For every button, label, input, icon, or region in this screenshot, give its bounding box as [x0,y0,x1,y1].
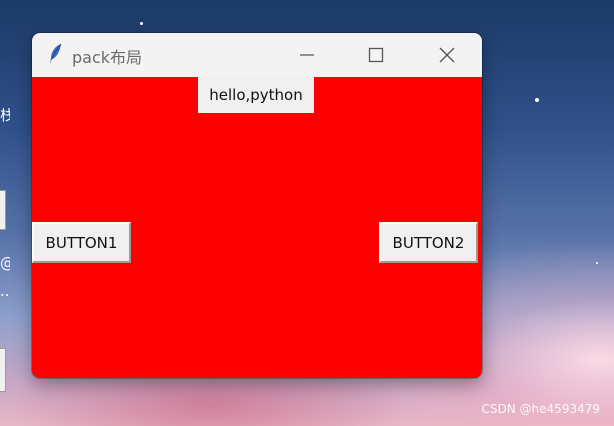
window-title: pack布局 [72,48,143,67]
desktop-icon-fragment[interactable] [0,348,6,392]
desktop-text-fragment: @ [0,256,10,271]
app-window: pack布局 hello,python BUTTON1 BUTTON2 [32,33,482,378]
close-icon [439,47,455,63]
button1[interactable]: BUTTON1 [32,222,131,263]
feather-icon [48,43,64,65]
window-content: hello,python BUTTON1 BUTTON2 [32,77,482,378]
desktop-text-fragment: ... [0,284,10,299]
button2[interactable]: BUTTON2 [379,222,478,263]
maximize-icon [368,47,384,63]
star [140,22,143,25]
minimize-button[interactable] [272,33,342,77]
star [596,262,598,264]
desktop-icon-fragment[interactable] [0,190,6,230]
watermark: CSDN @he4593479 [481,402,600,416]
desktop-left-edge: 栈 @ ... [0,0,12,426]
hello-label: hello,python [198,77,314,113]
close-button[interactable] [412,33,482,77]
maximize-button[interactable] [341,33,411,77]
title-bar[interactable]: pack布局 [32,33,482,77]
desktop-text-fragment: 栈 [0,108,10,123]
minimize-icon [299,47,315,63]
star [535,98,539,102]
